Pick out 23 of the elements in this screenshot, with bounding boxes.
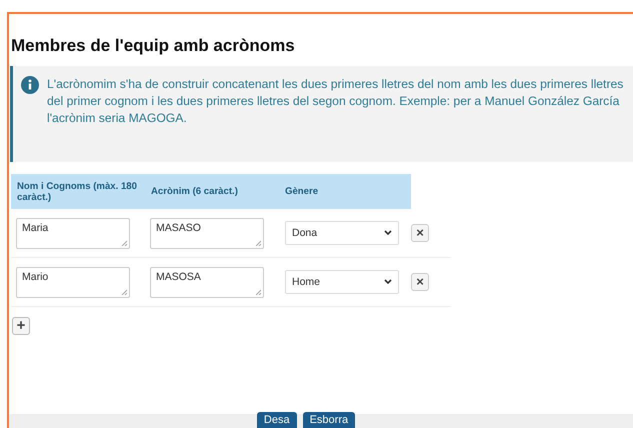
- add-button[interactable]: +: [12, 317, 30, 335]
- info-icon: [21, 76, 39, 94]
- column-header: Gènere: [284, 186, 320, 197]
- text-area[interactable]: Maria: [16, 218, 130, 248]
- remove-button[interactable]: ×: [411, 224, 429, 242]
- text-area[interactable]: MASOSA: [150, 266, 264, 298]
- resize-grip-icon[interactable]: [121, 240, 127, 246]
- gender-select[interactable]: Home: [285, 270, 399, 294]
- gender-select[interactable]: Dona: [285, 221, 399, 245]
- footer-button[interactable]: Esborra: [302, 412, 356, 428]
- chevron-down-icon: [384, 279, 392, 285]
- footer-button[interactable]: Desa: [256, 412, 297, 428]
- column-header: Nom i Cognoms (màx. 180 caràct.): [16, 180, 138, 202]
- text-area[interactable]: MASASO: [150, 218, 264, 248]
- info-text: L'acrònomim s'ha de construir concatenant les dues primeres lletres del nom amb les dues primeres lletres del primer cognom i les dues primeres lletres del segon cognom. Exemple: per a Manuel González García l'acrònim seria MAGOGA.: [47, 76, 624, 127]
- remove-button[interactable]: ×: [411, 273, 429, 291]
- resize-grip-icon[interactable]: [255, 240, 261, 246]
- resize-grip-icon[interactable]: [121, 288, 127, 294]
- chevron-down-icon: [384, 230, 392, 236]
- text-area[interactable]: Mario: [16, 266, 130, 298]
- page-title: Membres de l'equip amb acrònoms: [11, 36, 295, 56]
- resize-grip-icon[interactable]: [255, 288, 261, 294]
- column-header: Acrònim (6 caràct.): [150, 186, 239, 197]
